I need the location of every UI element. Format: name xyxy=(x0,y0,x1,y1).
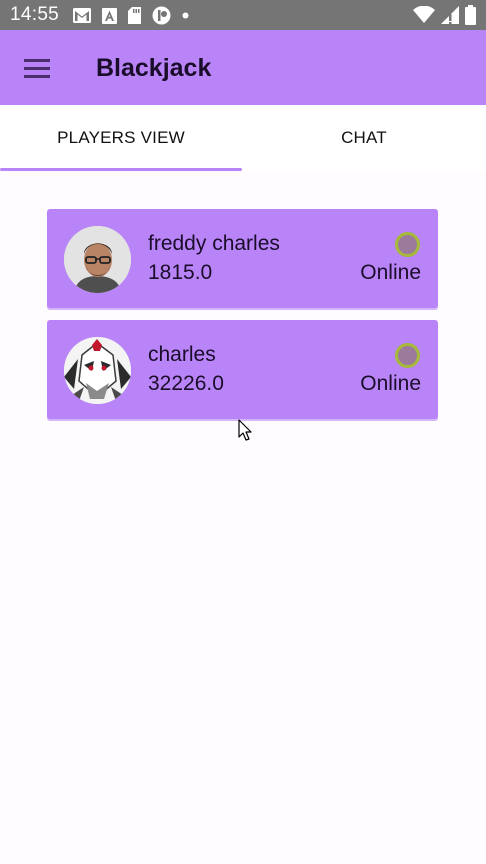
tab-players-view-label: PLAYERS VIEW xyxy=(57,128,185,147)
menu-icon xyxy=(24,58,50,78)
status-time: 14:55 xyxy=(10,4,60,25)
online-indicator-icon xyxy=(395,232,420,257)
player-avatar xyxy=(64,337,131,404)
player-name: charles xyxy=(148,343,216,366)
dot-icon xyxy=(182,12,189,19)
player-status: Online xyxy=(360,261,421,284)
person-photo-icon xyxy=(64,226,131,293)
app-bar: Blackjack xyxy=(0,30,486,105)
mouse-cursor-icon xyxy=(238,419,252,441)
system-icons xyxy=(413,5,476,25)
menu-button[interactable] xyxy=(14,47,60,89)
player-status: Online xyxy=(360,372,421,395)
font-icon xyxy=(102,7,117,24)
player-name: freddy charles xyxy=(148,232,280,255)
tab-indicator xyxy=(0,168,242,171)
tab-chat-label: CHAT xyxy=(341,128,387,147)
player-score: 32226.0 xyxy=(148,372,224,395)
tab-players-view[interactable]: PLAYERS VIEW xyxy=(0,105,242,171)
tab-bar: PLAYERS VIEW CHAT xyxy=(0,105,486,171)
player-card[interactable]: charles 32226.0 Online xyxy=(47,320,438,419)
wifi-icon xyxy=(413,6,435,23)
tab-chat[interactable]: CHAT xyxy=(242,105,486,171)
sd-card-icon xyxy=(128,7,141,24)
app-title: Blackjack xyxy=(96,54,212,82)
signal-icon xyxy=(441,6,459,24)
player-avatar xyxy=(64,226,131,293)
anime-character-icon xyxy=(64,337,131,404)
player-list: freddy charles 1815.0 Online charles 322… xyxy=(47,209,438,431)
phone-screen: 14:55 Blackjack PLAYERS VIEW CHAT freddy… xyxy=(0,0,486,864)
player-card[interactable]: freddy charles 1815.0 Online xyxy=(47,209,438,308)
gmail-icon xyxy=(73,8,91,23)
battery-icon xyxy=(465,5,476,25)
status-bar: 14:55 xyxy=(0,0,486,30)
notification-icons xyxy=(73,6,189,25)
app-icon xyxy=(152,6,171,25)
online-indicator-icon xyxy=(395,343,420,368)
player-score: 1815.0 xyxy=(148,261,213,284)
